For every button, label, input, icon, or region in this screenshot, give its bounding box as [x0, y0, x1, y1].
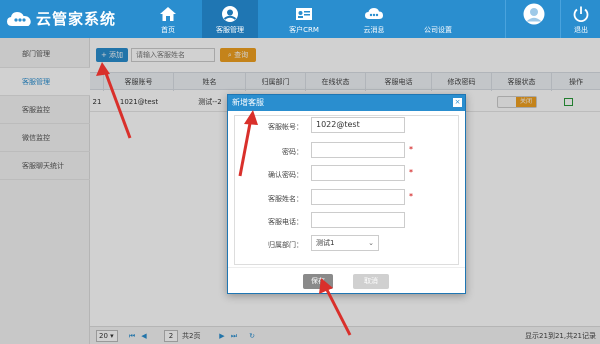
user-avatar-icon[interactable]	[523, 3, 545, 25]
confirm-required-mark: *	[409, 168, 413, 177]
nav-cloud-message[interactable]: 云消息	[346, 0, 402, 38]
logout-button[interactable]: 退出	[563, 0, 599, 38]
dialog-form: 客服帐号： 1022@test 密码： * 确认密码： * 客服姓名： * 客服…	[234, 115, 459, 265]
add-service-dialog: 新增客服 × 客服帐号： 1022@test 密码： * 确认密码： * 客服姓…	[227, 94, 466, 294]
account-label: 客服帐号：	[268, 123, 303, 131]
app-title: 云管家系统	[36, 10, 117, 28]
header-divider	[505, 0, 506, 38]
service-icon	[222, 6, 238, 22]
crm-icon	[296, 8, 312, 20]
department-value: 测试1	[316, 239, 335, 247]
name-required-mark: *	[409, 192, 413, 201]
cloud-message-icon	[365, 8, 383, 19]
nav-company-settings[interactable]: 公司设置	[410, 0, 466, 38]
app-logo: 云管家系统	[6, 8, 116, 29]
nav-crm[interactable]: 客户CRM	[276, 0, 332, 38]
phone-label: 客服电话：	[268, 218, 303, 226]
department-label: 归属部门：	[268, 241, 303, 249]
nav-service-label: 客服管理	[216, 26, 244, 34]
nav-home-label: 首页	[161, 26, 175, 34]
password-label: 密码：	[282, 148, 303, 156]
account-input[interactable]: 1022@test	[311, 117, 405, 133]
logout-label: 退出	[574, 26, 588, 34]
nav-service-management[interactable]: 客服管理	[202, 0, 258, 38]
header-divider	[560, 0, 561, 38]
nav-crm-label: 客户CRM	[289, 26, 319, 34]
cloud-logo-icon	[7, 11, 31, 26]
dialog-footer: 保存 取消	[228, 267, 465, 293]
chevron-down-icon: ⌄	[368, 239, 374, 247]
nav-settings-label: 公司设置	[424, 26, 452, 34]
department-select[interactable]: 测试1 ⌄	[311, 235, 379, 251]
cancel-button[interactable]: 取消	[353, 274, 389, 289]
app-header: 云管家系统 首页 客服管理 客户CRM 云消息 公司设置 退出	[0, 0, 600, 38]
save-button[interactable]: 保存	[303, 274, 333, 289]
confirm-password-label: 确认密码：	[268, 171, 303, 179]
confirm-password-input[interactable]	[311, 165, 405, 181]
home-icon	[160, 7, 176, 21]
nav-home[interactable]: 首页	[140, 0, 196, 38]
nav-cloud-message-label: 云消息	[363, 26, 385, 34]
password-required-mark: *	[409, 145, 413, 154]
service-name-input[interactable]	[311, 189, 405, 205]
dialog-title: 新增客服	[228, 95, 465, 111]
service-name-label: 客服姓名：	[268, 195, 303, 203]
close-icon[interactable]: ×	[453, 98, 462, 107]
phone-input[interactable]	[311, 212, 405, 228]
power-icon	[573, 6, 589, 23]
password-input[interactable]	[311, 142, 405, 158]
